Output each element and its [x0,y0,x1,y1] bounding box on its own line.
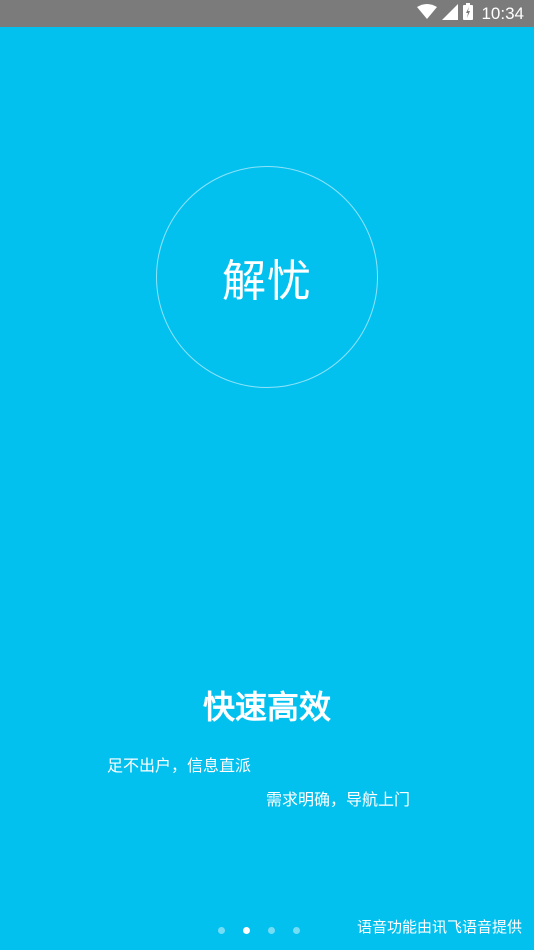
pager-dots[interactable] [218,927,300,934]
status-time: 10:34 [481,3,524,23]
slide-line-2: 需求明确，导航上门 [266,790,411,809]
pager-dot[interactable] [243,927,250,934]
signal-icon [442,3,459,24]
status-bar: 10:34 [0,0,534,27]
hero-circle: 解忧 [156,166,378,388]
pager-dot[interactable] [218,927,225,934]
pager-dot[interactable] [268,927,275,934]
wifi-icon [417,3,438,24]
hero-circle-label: 解忧 [222,256,312,307]
battery-icon [463,3,474,24]
voice-credit: 语音功能由讯飞语音提供 [356,918,522,936]
slide-line-1: 足不出户，信息直派 [107,756,252,775]
slide-headline: 快速高效 [202,688,331,726]
pager-dot[interactable] [293,927,300,934]
